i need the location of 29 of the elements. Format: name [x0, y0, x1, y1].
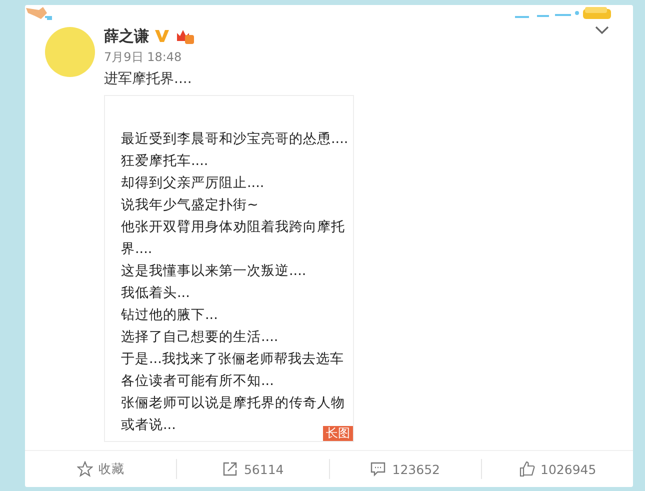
action-button[interactable]: 收藏 — [72, 458, 129, 480]
image-text-line: 于是...我找来了张俪老师帮我去选车 — [121, 350, 344, 369]
image-text-line: 选择了自己想要的生活.... — [121, 328, 278, 347]
image-text-line: 说我年少气盛定扑街~ — [121, 196, 258, 215]
star-icon — [76, 461, 93, 477]
long-image[interactable]: 最近受到李晨哥和沙宝亮哥的怂恿.... 狂爱摩托车.... 却得到父亲严厉阻止.... 说我年少气盛定扑街~ 他张开双臂用身体劝阻着我跨向摩托 界.... 这是我懂事以来第一次叛逆.... 我低着头... 钻过他的腋下... 选择了自己想要的生活.... 于是...我找来了张俪老师帮我去选车 各位读者可能有所不知... 张俪老师可以说是摩托界的传奇人物 或者说... 长图 — [104, 95, 354, 442]
hand-icon — [25, 5, 53, 21]
image-text-line: 这是我懂事以来第一次叛逆.... — [121, 262, 306, 281]
image-text-line: 狂爱摩托车.... — [121, 152, 208, 171]
image-text-line: 最近受到李晨哥和沙宝亮哥的怂恿.... — [121, 130, 348, 149]
action-button[interactable]: 56114 — [218, 459, 288, 479]
image-text-line: 或者说... — [121, 416, 176, 435]
image-text-line: 却得到父亲严厉阻止.... — [121, 174, 264, 193]
image-text-line: 张俪老师可以说是摩托界的传奇人物 — [121, 394, 345, 413]
comment-icon — [370, 461, 386, 477]
post-text: 进军摩托界.... — [104, 70, 193, 88]
image-text-line: 钻过他的腋下... — [121, 306, 218, 325]
share-icon — [222, 461, 238, 477]
action-button[interactable]: 1026945 — [514, 459, 600, 479]
image-text-line: 他张开双臂用身体劝阻着我跨向摩托 — [121, 218, 345, 237]
image-text-line: 各位读者可能有所不知... — [121, 372, 274, 391]
image-text-line: 界.... — [121, 240, 152, 259]
chevron-down-icon[interactable] — [595, 25, 609, 35]
action-button[interactable]: 123652 — [366, 459, 444, 479]
image-text-line: 我低着头... — [121, 284, 190, 303]
post-time[interactable]: 7月9日 18:48 — [104, 49, 354, 66]
author-name[interactable]: 薛之谦 — [104, 26, 149, 46]
long-image-badge: 长图 — [323, 426, 353, 441]
thumbs-up-icon — [518, 461, 535, 477]
